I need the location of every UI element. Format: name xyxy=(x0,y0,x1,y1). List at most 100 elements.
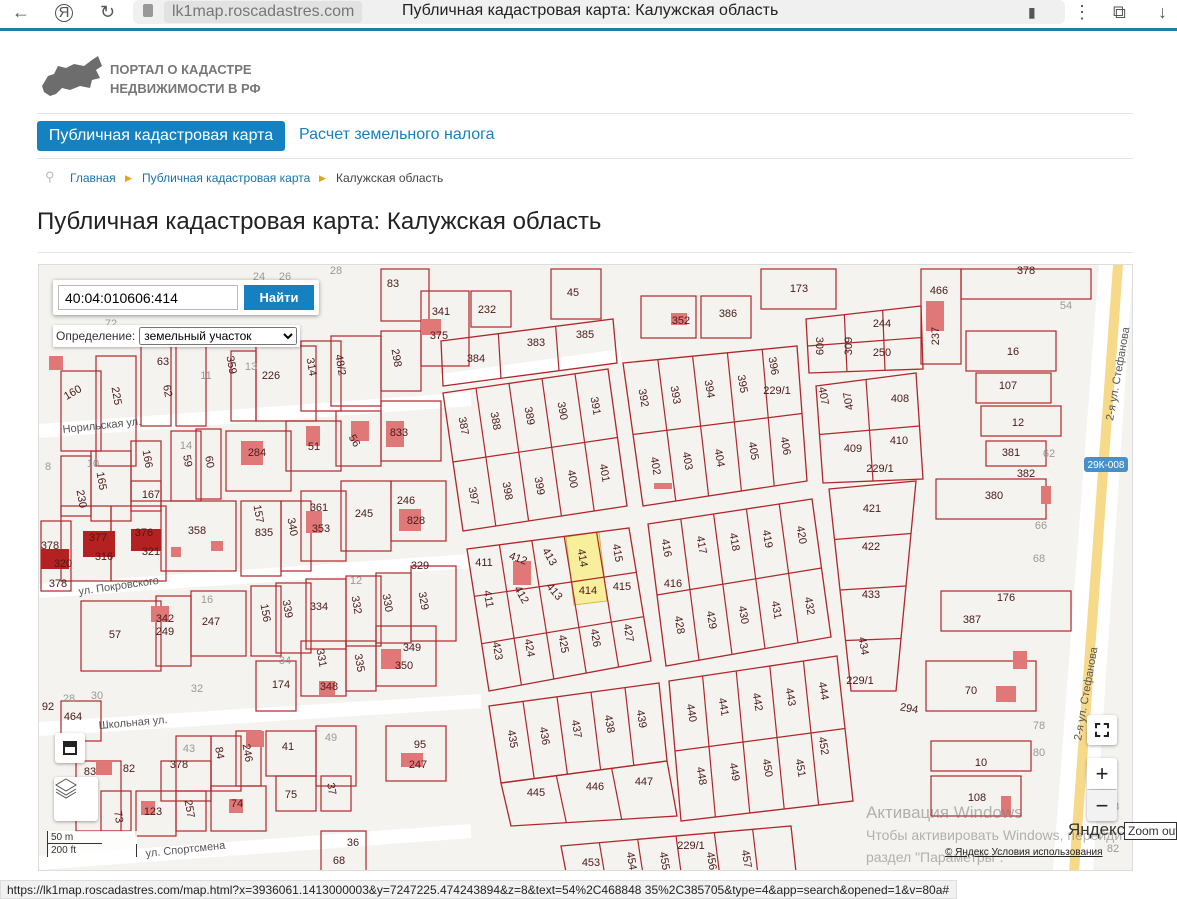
download-icon[interactable]: ↓ xyxy=(1158,2,1167,23)
parcel-label[interactable]: 284 xyxy=(248,447,266,459)
parcel-label[interactable]: 450 xyxy=(760,758,775,778)
parcel-label[interactable]: 165 xyxy=(94,471,109,491)
yandex-icon[interactable]: Я xyxy=(55,4,73,22)
parcel-label[interactable]: 466 xyxy=(930,285,948,297)
parcel-label[interactable]: 394 xyxy=(702,379,717,399)
parcel-label[interactable]: 380 xyxy=(985,490,1003,502)
parcel-label[interactable]: 361 xyxy=(310,502,328,514)
parcel-label[interactable]: 123 xyxy=(144,806,162,818)
parcel-label[interactable]: 229/1 xyxy=(677,840,705,852)
parcel-label[interactable]: 348 xyxy=(320,681,338,693)
parcel-label[interactable]: 389 xyxy=(522,406,537,426)
parcel-label[interactable]: 424 xyxy=(522,638,537,658)
parcel-label[interactable]: 250 xyxy=(873,347,891,359)
parcel-label[interactable]: 12 xyxy=(1012,417,1024,429)
parcel-label[interactable]: 384 xyxy=(467,353,485,365)
parcel-label[interactable]: 457 xyxy=(739,849,754,869)
parcel-label[interactable]: 455 xyxy=(657,851,672,871)
site-logo-text[interactable]: ПОРТАЛ О КАДАСТРЕ НЕДВИЖИМОСТИ В РФ xyxy=(110,60,261,98)
parcel-label[interactable]: 173 xyxy=(790,283,808,295)
parcel-label[interactable]: 229/1 xyxy=(846,675,874,687)
parcel-label[interactable]: 330 xyxy=(380,593,395,613)
parcel-label[interactable]: 167 xyxy=(142,489,160,501)
parcel-label[interactable]: 174 xyxy=(272,679,290,691)
parcel-label[interactable]: 166 xyxy=(140,449,155,469)
parcel-label[interactable]: 407 xyxy=(841,391,856,411)
map-attribution-link[interactable]: © Яндекс Условия использования xyxy=(945,847,1103,858)
parcel-label[interactable]: 225 xyxy=(109,386,124,406)
parcel-label[interactable]: 451 xyxy=(793,758,808,778)
parcel-label[interactable]: 438 xyxy=(602,714,617,734)
back-icon[interactable]: ← xyxy=(12,2,30,23)
parcel-label[interactable]: 37 xyxy=(324,782,338,796)
parcel-label[interactable]: 353 xyxy=(312,523,330,535)
parcel-label[interactable]: 426 xyxy=(588,628,603,648)
parcel-label[interactable]: 436 xyxy=(537,726,552,746)
parcel-label[interactable]: 378 xyxy=(1017,265,1035,277)
parcel-label[interactable]: 329 xyxy=(416,591,431,611)
parcel-label[interactable]: 431 xyxy=(769,600,784,620)
parcel-label[interactable]: 340 xyxy=(285,517,300,537)
parcel-label[interactable]: 10 xyxy=(975,757,987,769)
parcel-label[interactable]: 401 xyxy=(597,463,612,483)
parcel-label[interactable]: 60 xyxy=(202,455,216,469)
parcel-label[interactable]: 226 xyxy=(262,370,280,382)
parcel-label[interactable]: 406 xyxy=(778,436,793,456)
parcel-label[interactable]: 246 xyxy=(397,495,415,507)
parcel-label[interactable]: 84 xyxy=(212,746,226,760)
parcel-label[interactable]: 397 xyxy=(466,486,481,506)
parcel-label[interactable]: 411 xyxy=(481,589,496,608)
parcel-label[interactable]: 246 xyxy=(240,743,255,763)
parcel-label[interactable]: 405 xyxy=(746,441,761,461)
parcel-label[interactable]: 425 xyxy=(556,634,571,654)
menu-icon[interactable]: ⋮ xyxy=(1073,2,1091,23)
parcel-label[interactable]: 176 xyxy=(997,592,1015,604)
parcel-label[interactable]: 16 xyxy=(1007,346,1019,358)
parcel-label[interactable]: 75 xyxy=(285,789,297,801)
parcel-label[interactable]: 229/1 xyxy=(763,385,791,397)
parcel-label[interactable]: 350 xyxy=(395,660,413,672)
cadastral-number-input[interactable] xyxy=(58,285,238,310)
parcel-label[interactable]: 414 xyxy=(579,585,597,597)
parcel-label[interactable]: 435 xyxy=(505,729,520,749)
parcel-label[interactable]: 83 xyxy=(387,278,399,290)
parcel-label[interactable]: 399 xyxy=(532,476,547,496)
parcel-label[interactable]: 415 xyxy=(613,581,631,593)
parcel-label[interactable]: 232 xyxy=(478,304,496,316)
parcel-label[interactable]: 70 xyxy=(965,685,977,697)
parcel-label[interactable]: 828 xyxy=(407,515,425,527)
parcel-label[interactable]: 41 xyxy=(282,741,294,753)
parcel-label[interactable]: 429 xyxy=(704,610,719,630)
parcel-label[interactable]: 442 xyxy=(750,692,765,712)
parcel-label[interactable]: 453 xyxy=(582,857,600,869)
parcel-label[interactable]: 833 xyxy=(390,427,408,439)
parcel-label[interactable]: 73 xyxy=(111,810,125,824)
parcel-label[interactable]: 441 xyxy=(716,697,731,717)
zoom-out-button[interactable]: − xyxy=(1087,790,1117,821)
parcel-label[interactable]: 423 xyxy=(490,641,505,661)
parcel-label[interactable]: 409 xyxy=(844,443,862,455)
parcel-label[interactable]: 413 xyxy=(544,581,565,603)
parcel-label[interactable]: 447 xyxy=(635,776,653,788)
parcel-label[interactable]: 835 xyxy=(255,527,273,539)
parcel-label[interactable]: 433 xyxy=(862,589,880,601)
parcel-label[interactable]: 393 xyxy=(668,385,683,405)
parcel-label[interactable]: 428 xyxy=(672,615,687,635)
parcel-label[interactable]: 439 xyxy=(634,709,649,729)
parcel-label[interactable]: 160 xyxy=(62,383,84,403)
parcel-label[interactable]: 36 xyxy=(347,837,359,849)
parcel-label[interactable]: 388 xyxy=(488,411,503,431)
parcel-label[interactable]: 383 xyxy=(527,337,545,349)
url-host[interactable]: lk1map.roscadastres.com xyxy=(164,1,363,23)
parcel-label[interactable]: 314 xyxy=(304,357,319,377)
parcel-label[interactable]: 359 xyxy=(224,355,239,375)
parcel-label[interactable]: 416 xyxy=(659,538,674,558)
parcel-label[interactable]: 427 xyxy=(621,623,636,643)
cadastral-map[interactable]: 387 388 389 390 391 397 398 399 400 401 392 393 394 3… xyxy=(38,264,1133,871)
definition-select[interactable]: земельный участок xyxy=(139,327,298,345)
parcel-label[interactable]: 229/1 xyxy=(866,463,894,475)
parcel-label[interactable]: 334 xyxy=(310,601,328,613)
parcel-label[interactable]: 245 xyxy=(355,508,373,520)
parcel-label[interactable]: 408 xyxy=(891,393,909,405)
parcel-label[interactable]: 247 xyxy=(202,616,220,628)
